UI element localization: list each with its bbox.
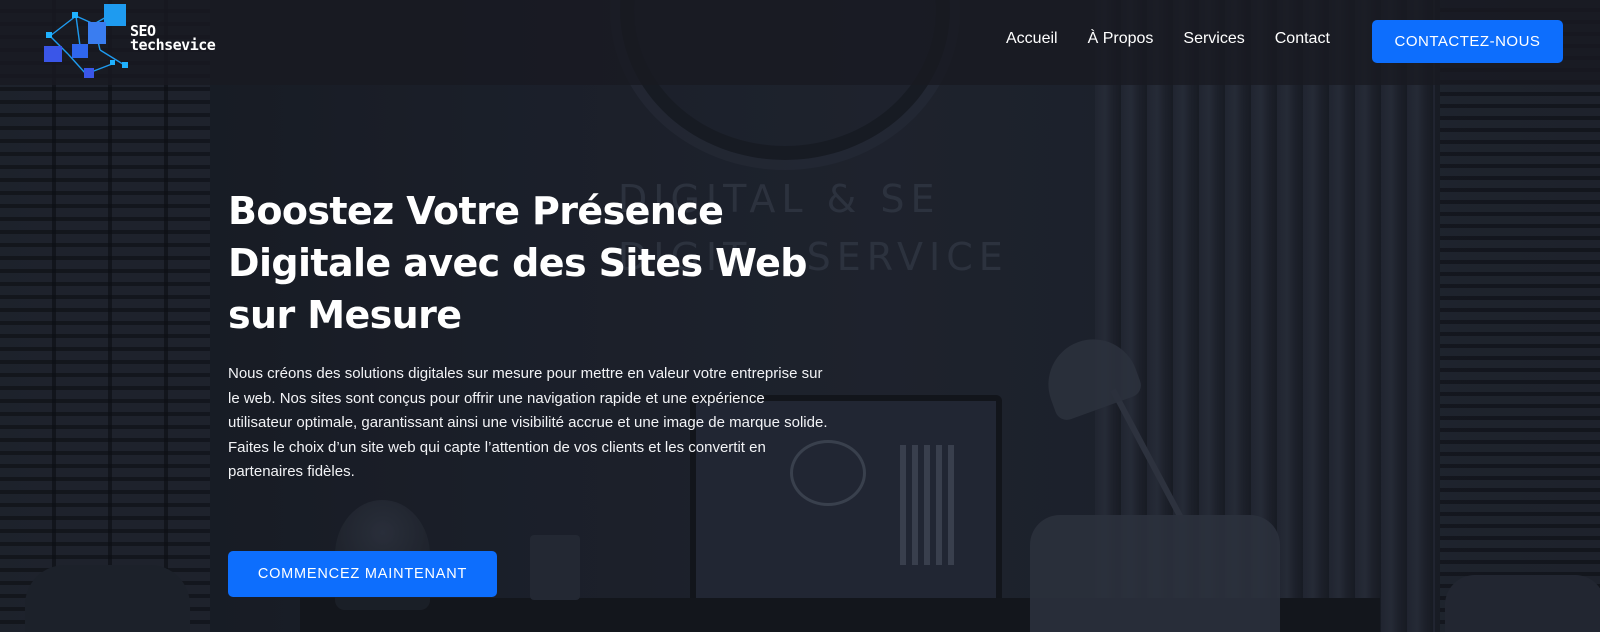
- site-header: SEO techsevice Accueil À Propos Services…: [0, 0, 1600, 85]
- get-started-button[interactable]: COMMENCEZ MAINTENANT: [228, 551, 497, 597]
- logo-text-techsevice: techsevice: [130, 36, 216, 54]
- nav-link-accueil[interactable]: Accueil: [1006, 30, 1058, 48]
- hero-title: Boostez Votre Présence Digitale avec des…: [228, 189, 808, 337]
- nav-link-services[interactable]: Services: [1183, 30, 1244, 48]
- nav-link-contact[interactable]: Contact: [1275, 30, 1330, 48]
- site-logo[interactable]: SEO techsevice: [42, 2, 242, 80]
- hero-section: DIGITAL & SE DIGIT SERVICE SEO techsevic…: [0, 0, 1600, 632]
- network-logo-icon: [44, 4, 128, 78]
- hero-description: Nous créons des solutions digitales sur …: [228, 365, 828, 480]
- contact-us-button[interactable]: CONTACTEZ-NOUS: [1372, 20, 1563, 63]
- nav-link-a-propos[interactable]: À Propos: [1088, 30, 1154, 48]
- main-nav: Accueil À Propos Services Contact: [1006, 30, 1360, 48]
